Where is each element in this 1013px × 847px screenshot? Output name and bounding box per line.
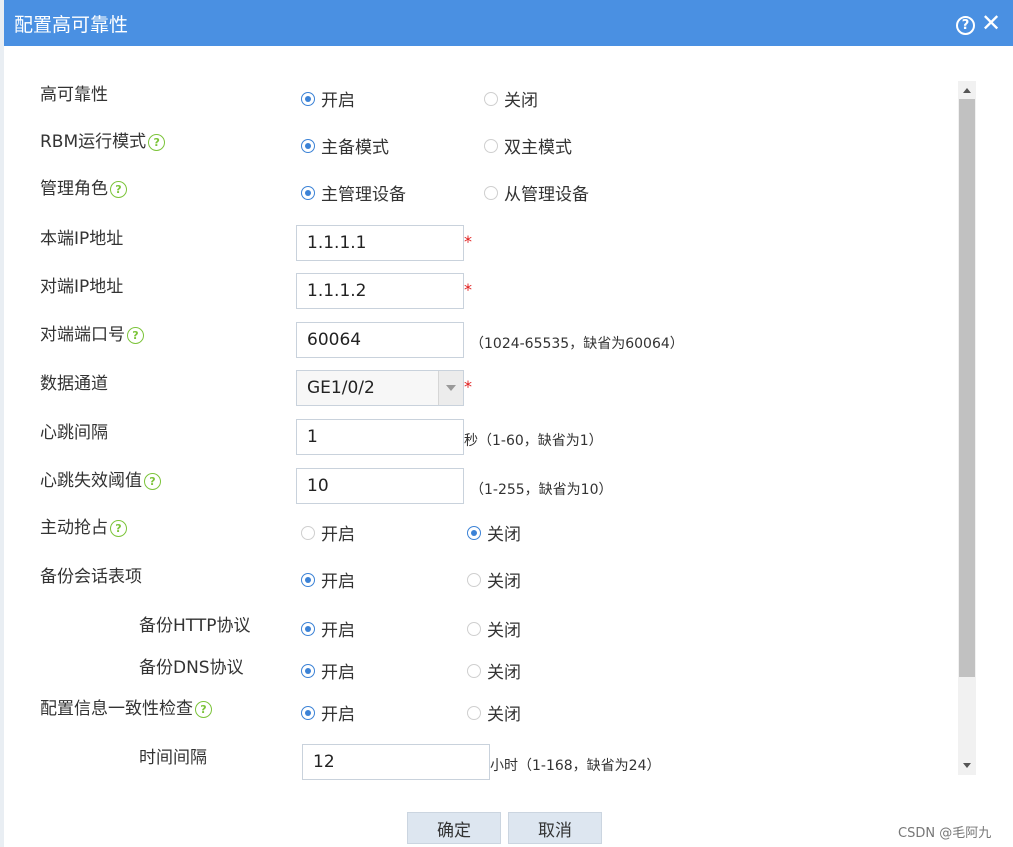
rbm-mode-label: RBM运行模式?: [40, 127, 166, 152]
config-consistency-off-radio[interactable]: 关闭: [467, 700, 521, 725]
chevron-down-icon[interactable]: [438, 371, 463, 405]
backup-http-label: 备份HTTP协议: [139, 616, 251, 636]
check-interval-label: 时间间隔: [139, 748, 207, 768]
config-consistency-label: 配置信息一致性检查?: [40, 694, 212, 719]
preemption-off-radio[interactable]: 关闭: [467, 520, 521, 545]
role-master-radio[interactable]: 主管理设备: [301, 180, 406, 205]
watermark: CSDN @毛阿九: [898, 826, 992, 841]
scroll-up-icon[interactable]: [958, 81, 976, 99]
radio-selected-icon: [467, 525, 481, 540]
help-icon[interactable]: ?: [110, 520, 127, 537]
radio-unselected-icon: [467, 705, 481, 720]
radio-selected-icon: [301, 185, 315, 200]
rbm-dual-active-radio[interactable]: 双主模式: [484, 133, 572, 158]
radio-unselected-icon: [467, 663, 481, 678]
close-icon[interactable]: ✕: [980, 11, 1002, 35]
help-icon[interactable]: ?: [148, 134, 166, 151]
radio-selected-icon: [301, 663, 315, 678]
scroll-down-icon[interactable]: [958, 757, 976, 775]
peer-port-input[interactable]: 60064: [296, 322, 464, 358]
role-slave-radio[interactable]: 从管理设备: [484, 180, 589, 205]
radio-unselected-icon: [484, 138, 498, 153]
config-consistency-on-radio[interactable]: 开启: [301, 700, 355, 725]
radio-unselected-icon: [484, 185, 498, 200]
radio-unselected-icon: [301, 525, 315, 540]
vertical-scrollbar[interactable]: [958, 81, 976, 775]
cancel-button[interactable]: 取消: [508, 812, 602, 844]
radio-unselected-icon: [467, 621, 481, 636]
help-icon[interactable]: ?: [127, 327, 144, 344]
ha-on-radio[interactable]: 开启: [301, 86, 355, 111]
backup-dns-on-radio[interactable]: 开启: [301, 658, 355, 683]
check-interval-hint: 小时（1-168，缺省为24）: [490, 758, 661, 774]
local-ip-label: 本端IP地址: [40, 229, 124, 249]
required-mark: *: [464, 232, 472, 251]
radio-unselected-icon: [467, 572, 481, 587]
required-mark: *: [464, 377, 472, 396]
help-icon[interactable]: ?: [195, 701, 212, 718]
backup-http-on-radio[interactable]: 开启: [301, 616, 355, 641]
heartbeat-interval-label: 心跳间隔: [40, 423, 108, 443]
help-icon[interactable]: ?: [110, 181, 127, 198]
dialog-titlebar: 配置高可靠性 ? ✕: [4, 0, 1013, 46]
radio-selected-icon: [301, 621, 315, 636]
confirm-button[interactable]: 确定: [407, 812, 501, 844]
backup-dns-off-radio[interactable]: 关闭: [467, 658, 521, 683]
radio-unselected-icon: [484, 91, 498, 106]
heartbeat-threshold-label: 心跳失效阈值?: [40, 466, 161, 491]
radio-selected-icon: [301, 91, 315, 106]
backup-session-label: 备份会话表项: [40, 567, 142, 587]
preemption-label: 主动抢占?: [40, 513, 127, 538]
backup-session-on-radio[interactable]: 开启: [301, 567, 355, 592]
data-channel-label: 数据通道: [40, 374, 108, 394]
radio-selected-icon: [301, 572, 315, 587]
peer-ip-input[interactable]: 1.1.1.2: [296, 273, 464, 309]
ha-off-radio[interactable]: 关闭: [484, 86, 538, 111]
radio-selected-icon: [301, 705, 315, 720]
ha-label: 高可靠性: [40, 85, 108, 105]
help-icon[interactable]: ?: [956, 16, 975, 35]
local-ip-input[interactable]: 1.1.1.1: [296, 225, 464, 261]
heartbeat-threshold-hint: （1-255，缺省为10）: [470, 482, 613, 498]
required-mark: *: [464, 280, 472, 299]
heartbeat-interval-input[interactable]: 1: [296, 419, 464, 455]
heartbeat-interval-hint: 秒（1-60，缺省为1）: [464, 433, 603, 449]
rbm-active-standby-radio[interactable]: 主备模式: [301, 133, 389, 158]
scroll-thumb[interactable]: [959, 99, 975, 677]
peer-port-label: 对端端口号?: [40, 320, 144, 345]
heartbeat-threshold-input[interactable]: 10: [296, 468, 464, 504]
backup-dns-label: 备份DNS协议: [139, 658, 244, 678]
help-icon[interactable]: ?: [144, 473, 161, 490]
preemption-on-radio[interactable]: 开启: [301, 520, 355, 545]
management-role-label: 管理角色?: [40, 174, 127, 199]
dialog-body: 高可靠性 开启 关闭 RBM运行模式? 主备模式 双主模式 管理角色? 主管理设…: [4, 46, 1013, 847]
peer-port-hint: （1024-65535，缺省为60064）: [470, 336, 684, 352]
data-channel-select[interactable]: GE1/0/2: [296, 370, 464, 406]
backup-session-off-radio[interactable]: 关闭: [467, 567, 521, 592]
radio-selected-icon: [301, 138, 315, 153]
peer-ip-label: 对端IP地址: [40, 277, 124, 297]
backup-http-off-radio[interactable]: 关闭: [467, 616, 521, 641]
dialog-title: 配置高可靠性: [14, 14, 129, 36]
check-interval-input[interactable]: 12: [302, 744, 490, 780]
